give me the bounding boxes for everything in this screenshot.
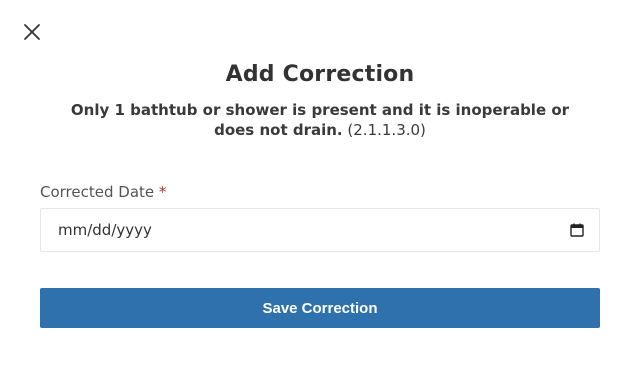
- date-placeholder: mm/dd/yyyy: [58, 221, 152, 239]
- deficiency-description: Only 1 bathtub or shower is present and …: [50, 100, 590, 140]
- required-marker: *: [158, 183, 167, 201]
- corrected-date-label-text: Corrected Date: [40, 183, 155, 201]
- calendar-icon: [570, 223, 584, 237]
- dialog-title: Add Correction: [225, 62, 415, 87]
- corrected-date-label: Corrected Date *: [40, 183, 166, 201]
- close-icon: [24, 24, 40, 40]
- corrected-date-input[interactable]: mm/dd/yyyy: [40, 208, 600, 252]
- calendar-button[interactable]: [569, 222, 585, 238]
- deficiency-text: Only 1 bathtub or shower is present and …: [70, 101, 570, 139]
- add-correction-dialog: Add Correction Only 1 bathtub or shower …: [0, 0, 640, 376]
- save-correction-button[interactable]: Save Correction: [40, 288, 600, 328]
- deficiency-code: (2.1.1.3.0): [347, 121, 426, 139]
- close-button[interactable]: [20, 20, 44, 44]
